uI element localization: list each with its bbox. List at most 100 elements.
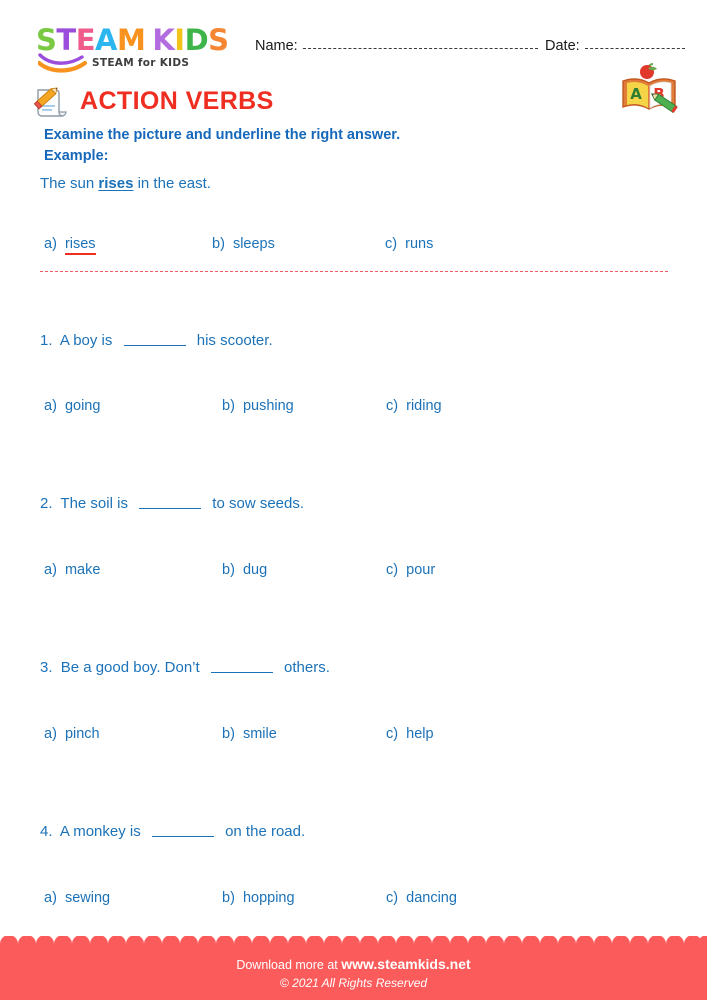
- question-1-option-c-text: riding: [406, 398, 442, 414]
- example-option-b-text: sleeps: [232, 236, 275, 252]
- page-footer: Download more at www.steamkids.net © 202…: [0, 936, 707, 1000]
- question-1-text: 1. A boy is his scooter.: [40, 332, 273, 349]
- question-2-text: 2. The soil is to sow seeds.: [40, 495, 304, 512]
- example-option-a-label: a): [44, 236, 57, 252]
- question-3-after: others.: [284, 659, 330, 676]
- logo-letter-i: I: [174, 23, 185, 57]
- question-3-option-c[interactable]: c) help: [386, 726, 434, 742]
- example-option-c[interactable]: c) runs: [385, 236, 433, 252]
- logo-letter-s2: S: [208, 23, 229, 57]
- pencil-note-icon: [33, 87, 67, 117]
- question-2-option-a-text: make: [64, 562, 101, 578]
- question-1-option-a[interactable]: a) going: [44, 398, 100, 414]
- question-2-option-a-label: a): [44, 562, 57, 578]
- question-1-option-b[interactable]: b) pushing: [222, 398, 294, 414]
- page-title-row: ACTION VERBS: [28, 78, 274, 124]
- question-1-number: 1.: [40, 332, 53, 349]
- footer-copyright: © 2021 All Rights Reserved: [279, 976, 428, 990]
- example-option-b-label: b): [212, 236, 225, 252]
- example-text-after: in the east.: [133, 175, 211, 192]
- question-2-option-b-label: b): [222, 562, 235, 578]
- question-4-option-a[interactable]: a) sewing: [44, 890, 110, 906]
- example-text-before: The sun: [40, 175, 99, 192]
- logo-letter-m: M: [116, 23, 146, 57]
- question-1-before: A boy is: [59, 332, 113, 349]
- example-answer-word: rises: [98, 175, 134, 192]
- question-4-option-b-text: hopping: [242, 890, 295, 906]
- question-1-option-c-label: c): [386, 398, 399, 414]
- question-1-option-b-text: pushing: [242, 398, 294, 414]
- steam-kids-logo: STEAM KIDS STEAM for KIDS: [36, 23, 246, 73]
- question-4-option-a-text: sewing: [64, 890, 111, 906]
- question-2-option-b[interactable]: b) dug: [222, 562, 267, 578]
- question-2-option-c[interactable]: c) pour: [386, 562, 435, 578]
- logo-letter-d: D: [184, 23, 209, 57]
- instruction-line-2: Example:: [44, 148, 109, 164]
- question-2-after: to sow seeds.: [212, 495, 305, 512]
- question-3-option-c-text: help: [406, 726, 434, 742]
- question-4-option-c-label: c): [386, 890, 399, 906]
- question-4-option-c-text: dancing: [406, 890, 457, 906]
- question-4-option-b[interactable]: b) hopping: [222, 890, 295, 906]
- name-label: Name:: [255, 38, 298, 54]
- question-4-option-a-label: a): [44, 890, 57, 906]
- logo-swoosh-icon: [38, 53, 88, 73]
- question-4-option-b-label: b): [222, 890, 235, 906]
- worksheet-page: STEAM KIDS STEAM for KIDS Name: Date: AC…: [0, 0, 707, 1000]
- page-title: ACTION VERBS: [80, 86, 274, 115]
- logo-letter-k: K: [152, 23, 175, 57]
- question-4-text: 4. A monkey is on the road.: [40, 823, 305, 840]
- question-1-option-a-text: going: [64, 398, 101, 414]
- footer-download-line: Download more at www.steamkids.net: [0, 956, 707, 972]
- question-3-text: 3. Be a good boy. Don’t others.: [40, 659, 330, 676]
- question-3-option-b[interactable]: b) smile: [222, 726, 277, 742]
- footer-download-text: Download more at: [236, 958, 338, 972]
- footer-site-link[interactable]: www.steamkids.net: [341, 956, 470, 972]
- example-option-a[interactable]: a) rises: [44, 236, 96, 255]
- name-input-line[interactable]: [302, 38, 538, 49]
- question-2-option-b-text: dug: [242, 562, 268, 578]
- footer-scallop-edge: [0, 936, 707, 952]
- abc-book-icon: A B: [622, 63, 678, 113]
- example-option-a-text: rises: [64, 236, 96, 255]
- question-3-before: Be a good boy. Don’t: [60, 659, 200, 676]
- date-label: Date:: [545, 38, 580, 54]
- question-3-option-a-label: a): [44, 726, 57, 742]
- question-3-number: 3.: [40, 659, 53, 676]
- date-input-line[interactable]: [584, 38, 685, 49]
- question-4-after: on the road.: [225, 823, 306, 840]
- name-field[interactable]: Name:: [255, 38, 538, 54]
- question-1-blank[interactable]: [123, 333, 186, 346]
- page-header: STEAM KIDS STEAM for KIDS Name: Date:: [0, 0, 707, 73]
- question-2-option-c-text: pour: [406, 562, 436, 578]
- question-3-option-b-label: b): [222, 726, 235, 742]
- svg-text:A: A: [630, 85, 642, 103]
- question-1-option-a-label: a): [44, 398, 57, 414]
- question-2-number: 2.: [40, 495, 53, 512]
- question-4-option-c[interactable]: c) dancing: [386, 890, 457, 906]
- logo-tagline: STEAM for KIDS: [92, 57, 190, 69]
- question-4-blank[interactable]: [151, 824, 214, 837]
- example-option-b[interactable]: b) sleeps: [212, 236, 275, 252]
- question-3-option-a-text: pinch: [64, 726, 100, 742]
- question-3-option-c-label: c): [386, 726, 399, 742]
- logo-letter-a: A: [95, 23, 117, 57]
- question-3-option-b-text: smile: [242, 726, 277, 742]
- question-3-blank[interactable]: [210, 660, 273, 673]
- example-option-c-text: runs: [405, 236, 434, 252]
- question-4-before: A monkey is: [59, 823, 141, 840]
- question-1-after: his scooter.: [196, 332, 273, 349]
- question-2-blank[interactable]: [139, 496, 202, 509]
- example-sentence: The sun rises in the east.: [40, 175, 211, 192]
- date-field[interactable]: Date:: [545, 38, 685, 54]
- question-1-option-b-label: b): [222, 398, 235, 414]
- question-1-option-c[interactable]: c) riding: [386, 398, 442, 414]
- section-divider: [40, 271, 668, 272]
- question-2-option-a[interactable]: a) make: [44, 562, 100, 578]
- question-4-number: 4.: [40, 823, 53, 840]
- example-option-c-label: c): [385, 236, 398, 252]
- question-3-option-a[interactable]: a) pinch: [44, 726, 100, 742]
- question-2-option-c-label: c): [386, 562, 399, 578]
- instruction-line-1: Examine the picture and underline the ri…: [44, 127, 401, 143]
- question-2-before: The soil is: [60, 495, 128, 512]
